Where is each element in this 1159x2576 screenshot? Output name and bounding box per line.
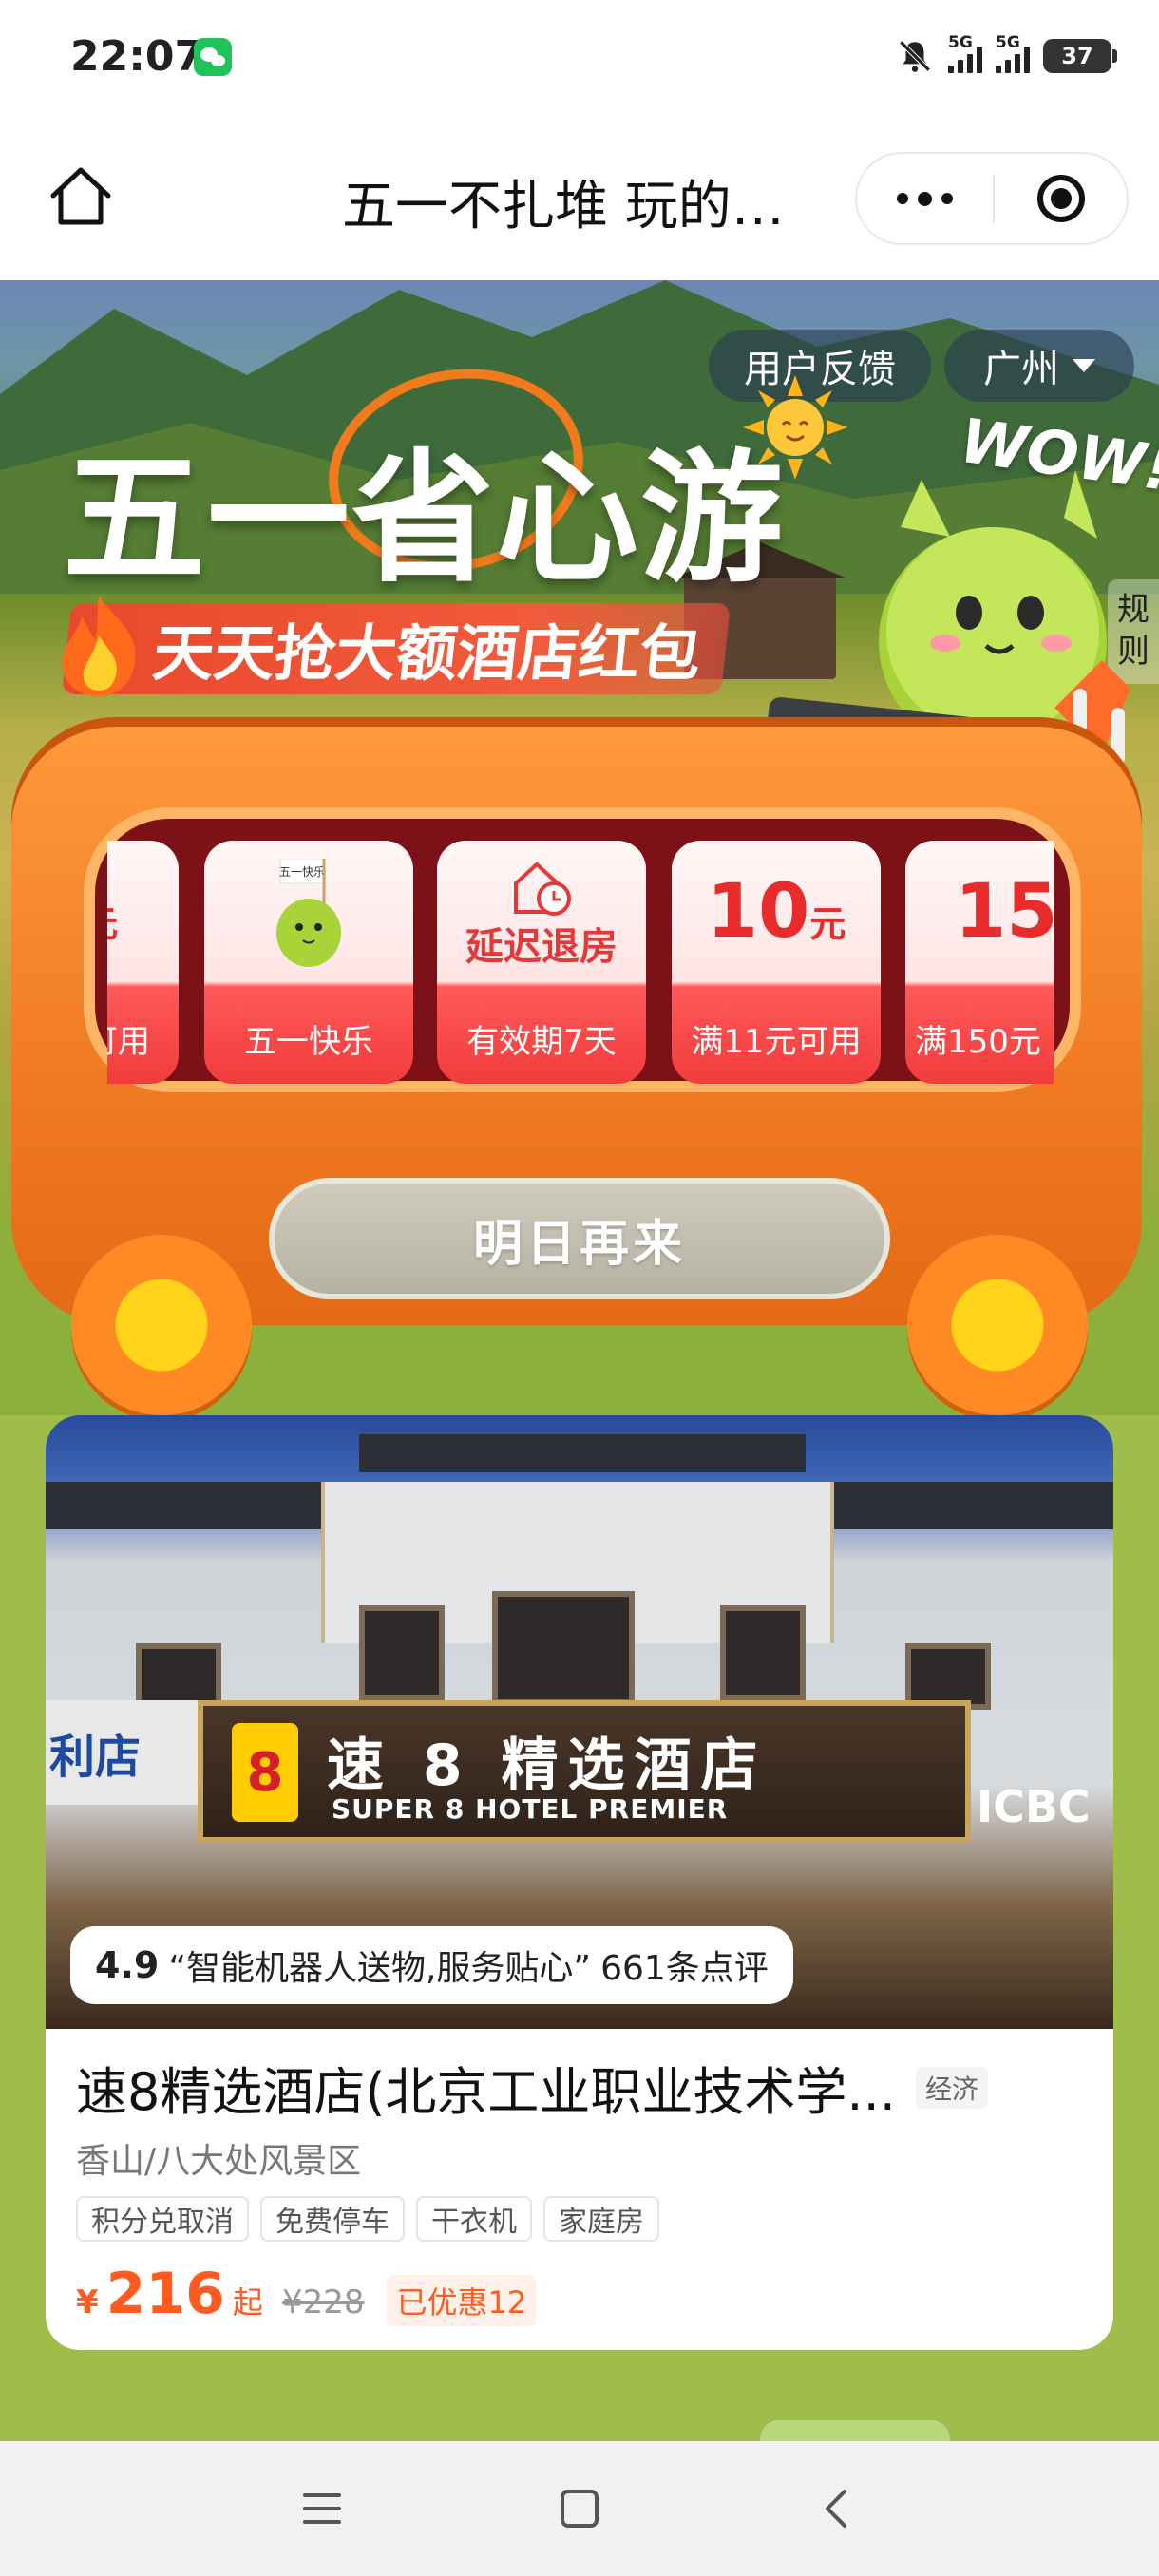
back-button[interactable] xyxy=(810,2482,864,2535)
wechat-notification-icon xyxy=(194,38,232,76)
building-window xyxy=(492,1591,635,1705)
facility-tags: 积分兑取消 免费停车 干衣机 家庭房 xyxy=(76,2196,659,2242)
page-title: 五一不扎堆 玩的… xyxy=(342,176,785,237)
clock-house-icon xyxy=(514,862,571,916)
status-bar: 22:07 5G 5G 37 xyxy=(0,0,1159,114)
currency-symbol: ¥ xyxy=(76,2283,99,2321)
discount-tag: 已优惠12 xyxy=(387,2275,537,2326)
signal-1-icon: 5G xyxy=(948,33,982,73)
voucher-amount: 0元 xyxy=(107,869,118,955)
battery-icon: 37 xyxy=(1043,39,1117,73)
bus-wheel-right xyxy=(907,1235,1088,1415)
hotel-grade-tag: 经济 xyxy=(916,2067,989,2109)
fire-icon xyxy=(62,596,136,696)
building-window xyxy=(720,1605,806,1700)
price-suffix: 起 xyxy=(232,2284,263,2320)
voucher-condition: 可用 xyxy=(107,1022,150,1061)
roof-upper xyxy=(359,1434,806,1472)
holiday-mascot-icon: 五一快乐 xyxy=(276,859,341,967)
city-selector[interactable]: 广州 xyxy=(944,330,1134,402)
close-target-icon xyxy=(1036,175,1085,222)
mini-program-capsule xyxy=(855,152,1129,245)
more-dot-icon xyxy=(918,191,932,206)
original-price: ¥228 xyxy=(281,2283,365,2321)
signal-1-label: 5G xyxy=(948,33,973,52)
sign-chinese-name: 速 8 精选酒店 xyxy=(327,1733,768,1799)
current-price: 216 xyxy=(105,2261,225,2327)
come-back-tomorrow-button[interactable]: 明日再来 xyxy=(269,1178,890,1299)
review-count: 661条点评 xyxy=(600,1949,769,1988)
bus-wheel-left xyxy=(71,1235,252,1415)
building-window xyxy=(359,1605,445,1700)
super8-logo: 8 xyxy=(232,1723,298,1822)
review-quote: “智能机器人送物,服务贴心” xyxy=(168,1949,592,1988)
facility-tag: 家庭房 xyxy=(543,2196,659,2242)
square-icon xyxy=(560,2490,598,2528)
sign-english-name: SUPER 8 HOTEL PREMIER xyxy=(332,1793,729,1825)
system-navigation-bar xyxy=(0,2441,1159,2576)
price-row: ¥ 216 起 ¥228 已优惠12 xyxy=(76,2261,537,2327)
review-bubble: 4.9 “智能机器人送物,服务贴心” 661条点评 xyxy=(70,1926,793,2004)
more-button[interactable] xyxy=(857,154,993,243)
voucher-amount: 15 xyxy=(955,869,1054,955)
voucher-condition: 满150元 xyxy=(915,1022,1041,1061)
facility-tag: 免费停车 xyxy=(260,2196,405,2242)
voucher-card[interactable]: 15 满150元 xyxy=(905,841,1054,1084)
back-chevron-icon xyxy=(826,2490,846,2528)
voucher-condition: 有效期7天 xyxy=(466,1022,617,1061)
home-icon[interactable] xyxy=(46,161,116,232)
neighbor-shop-sign: 利店 xyxy=(46,1700,198,1805)
hotel-name[interactable]: 速8精选酒店(北京工业职业技术学... xyxy=(76,2050,896,2125)
hotel-photo: 利店 8 速 8 精选酒店 SUPER 8 HOTEL PREMIER ICBC… xyxy=(46,1415,1113,2029)
promo-banner: 用户反馈 广州 规则 五一省心游 WOW! 天天抢大额酒店红包 用 五一快乐 五… xyxy=(0,280,1159,1415)
close-mini-program-button[interactable] xyxy=(995,154,1127,243)
status-icons: 5G 5G 37 xyxy=(895,32,1117,80)
hero-title: 五一省心游 xyxy=(63,437,786,602)
voucher-card[interactable]: 延迟退房 有效期7天 xyxy=(437,841,646,1084)
hotel-sign: 8 速 8 精选酒店 SUPER 8 HOTEL PREMIER xyxy=(198,1700,971,1843)
signal-2-label: 5G xyxy=(996,33,1020,52)
menu-icon xyxy=(303,2493,341,2524)
recent-apps-button[interactable] xyxy=(295,2482,349,2535)
voucher-card[interactable]: 10元 满11元可用 xyxy=(672,841,881,1084)
more-dot-icon xyxy=(897,193,908,204)
facility-tag: 积分兑取消 xyxy=(76,2196,249,2242)
voucher-card[interactable]: 0元 可用 xyxy=(107,841,179,1084)
voucher-amount: 10元 xyxy=(706,869,846,955)
dropdown-caret-icon xyxy=(1073,359,1095,372)
voucher-card[interactable]: 五一快乐 五一快乐 xyxy=(204,841,413,1084)
voucher-carousel[interactable]: 0元 可用 五一快乐 五一快乐 xyxy=(107,841,1054,1088)
mute-bell-icon xyxy=(899,40,931,72)
city-label: 广州 xyxy=(983,348,1059,391)
facility-tag: 干衣机 xyxy=(416,2196,532,2242)
rating-score: 4.9 xyxy=(95,1944,160,1986)
signal-2-icon: 5G xyxy=(996,33,1030,73)
status-time: 22:07 xyxy=(70,32,204,81)
hotel-area: 香山/八大处风景区 xyxy=(76,2142,362,2181)
mini-program-nav-bar: 五一不扎堆 玩的… xyxy=(0,114,1159,280)
bank-sign: ICBC xyxy=(977,1781,1091,1832)
voucher-condition: 五一快乐 xyxy=(244,1022,373,1061)
sun-icon xyxy=(743,375,847,480)
hero-subtitle-text: 天天抢大额酒店红包 xyxy=(149,619,705,690)
home-button[interactable] xyxy=(553,2482,606,2535)
voucher-benefit: 延迟退房 xyxy=(466,925,618,969)
hero-subtitle: 天天抢大额酒店红包 xyxy=(61,603,732,694)
more-dot-icon xyxy=(941,193,953,204)
svg-text:五一快乐: 五一快乐 xyxy=(279,865,325,879)
voucher-condition: 满11元可用 xyxy=(691,1022,862,1061)
hotel-card[interactable]: 利店 8 速 8 精选酒店 SUPER 8 HOTEL PREMIER ICBC… xyxy=(46,1415,1113,2350)
